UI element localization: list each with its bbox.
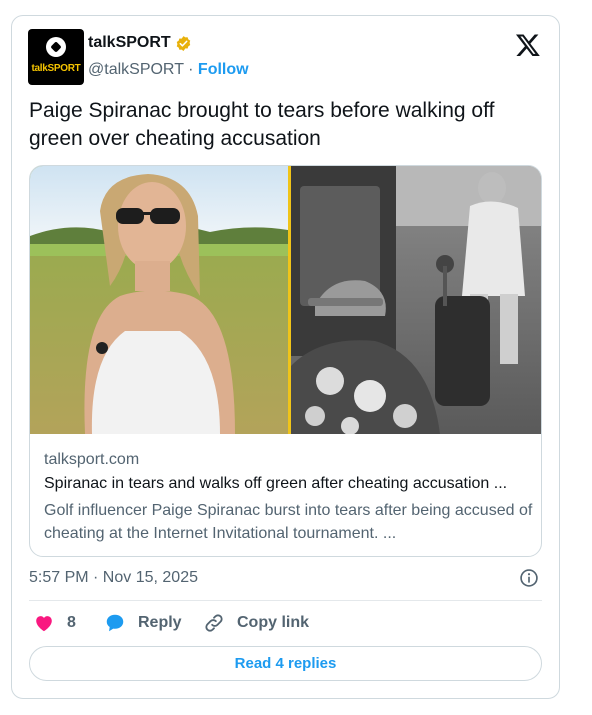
x-logo-icon[interactable] bbox=[515, 32, 541, 58]
read-replies-button[interactable]: Read 4 replies bbox=[29, 646, 542, 681]
reply-label: Reply bbox=[138, 614, 182, 631]
follow-button[interactable]: Follow bbox=[198, 61, 249, 78]
divider bbox=[29, 600, 542, 601]
info-icon[interactable] bbox=[519, 568, 539, 588]
heart-icon bbox=[36, 616, 52, 632]
account-handle[interactable]: @talkSPORT bbox=[88, 61, 184, 78]
account-avatar[interactable]: talkSPORT bbox=[28, 29, 84, 85]
link-title: Spiranac in tears and walks off green af… bbox=[44, 475, 508, 492]
separator-dot: · bbox=[188, 61, 194, 78]
link-card-meta: talksport.com Spiranac in tears and walk… bbox=[44, 451, 534, 545]
like-button[interactable]: 8 bbox=[33, 612, 76, 634]
article-image bbox=[30, 166, 541, 434]
reply-bubble-icon bbox=[106, 614, 124, 632]
reply-button[interactable]: Reply bbox=[104, 612, 182, 634]
football-logo-icon bbox=[46, 37, 66, 57]
tweet-timestamp[interactable]: 5:57 PM · Nov 15, 2025 bbox=[29, 569, 198, 587]
link-preview-card[interactable]: talksport.com Spiranac in tears and walk… bbox=[29, 165, 542, 557]
link-icon bbox=[205, 614, 223, 632]
verified-badge-icon bbox=[176, 36, 191, 51]
copy-link-button[interactable]: Copy link bbox=[203, 612, 309, 634]
avatar-logo-text: talkSPORT bbox=[31, 63, 81, 74]
copy-link-label: Copy link bbox=[237, 614, 310, 631]
action-bar: 8 Reply Copy link bbox=[33, 612, 533, 636]
tweet-text: Paige Spiranac brought to tears before w… bbox=[29, 99, 495, 150]
handle-row: @talkSPORT · Follow bbox=[88, 61, 249, 79]
like-count: 8 bbox=[67, 614, 76, 631]
link-description: Golf influencer Paige Spiranac burst int… bbox=[44, 502, 533, 542]
link-domain: talksport.com bbox=[44, 451, 140, 468]
account-name[interactable]: talkSPORT bbox=[88, 34, 171, 52]
